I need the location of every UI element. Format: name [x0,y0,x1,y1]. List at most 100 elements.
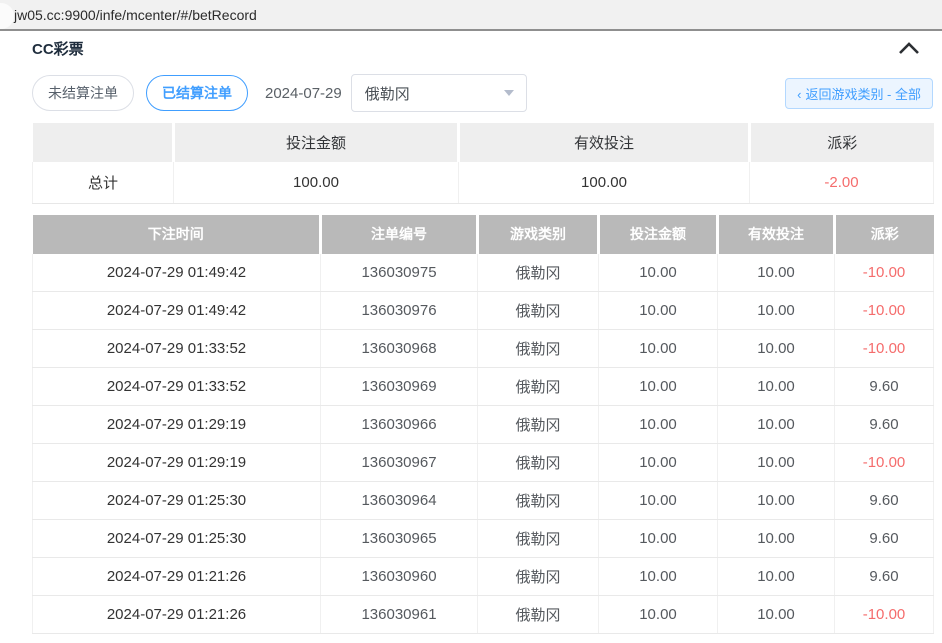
header-bet-amount: 投注金额 [599,215,718,254]
game-category-cell: 俄勒冈 [478,558,599,596]
bet-time-cell: 2024-07-29 01:49:42 [33,292,321,330]
payout-cell: -10.00 [835,292,934,330]
bet-time-cell: 2024-07-29 01:49:42 [33,254,321,292]
summary-header-payout: 派彩 [750,123,934,162]
bet-id-cell: 136030961 [321,596,478,634]
game-category-cell: 俄勒冈 [478,406,599,444]
game-category-cell: 俄勒冈 [478,520,599,558]
table-row: 2024-07-29 01:49:42 136030975 俄勒冈 10.00 … [33,254,934,292]
bet-amount-cell: 10.00 [599,596,718,634]
bet-time-cell: 2024-07-29 01:25:30 [33,520,321,558]
bet-time-cell: 2024-07-29 01:21:26 [33,558,321,596]
summary-header-row: 投注金额 有效投注 派彩 [33,123,934,162]
table-row: 2024-07-29 01:49:42 136030976 俄勒冈 10.00 … [33,292,934,330]
settled-tab-button[interactable]: 已结算注单 [146,75,248,111]
bet-id-cell: 136030966 [321,406,478,444]
unsettled-tab-button[interactable]: 未结算注单 [32,75,134,111]
valid-bet-cell: 10.00 [718,292,835,330]
table-row: 2024-07-29 01:33:52 136030969 俄勒冈 10.00 … [33,368,934,406]
valid-bet-cell: 10.00 [718,406,835,444]
payout-cell: 9.60 [835,482,934,520]
valid-bet-cell: 10.00 [718,444,835,482]
bet-table-header-row: 下注时间 注单编号 游戏类别 投注金额 有效投注 派彩 [33,215,934,254]
payout-cell: 9.60 [835,558,934,596]
payout-cell: -10.00 [835,254,934,292]
summary-payout: -2.00 [750,162,934,203]
game-select-value: 俄勒冈 [365,83,410,104]
bet-table-body: 2024-07-29 01:49:42 136030975 俄勒冈 10.00 … [33,254,934,634]
header-valid-bet: 有效投注 [718,215,835,254]
chevron-up-icon[interactable] [897,40,921,56]
valid-bet-cell: 10.00 [718,330,835,368]
game-category-cell: 俄勒冈 [478,444,599,482]
bet-id-cell: 136030964 [321,482,478,520]
game-category-cell: 俄勒冈 [478,254,599,292]
summary-bet-amount: 100.00 [174,162,459,203]
bet-id-cell: 136030968 [321,330,478,368]
game-category-cell: 俄勒冈 [478,368,599,406]
header-payout: 派彩 [835,215,934,254]
payout-cell: 9.60 [835,368,934,406]
bet-amount-cell: 10.00 [599,482,718,520]
bet-amount-cell: 10.00 [599,368,718,406]
back-to-categories-button[interactable]: ‹返回游戏类别 - 全部 [785,78,933,109]
bet-id-cell: 136030976 [321,292,478,330]
payout-cell: 9.60 [835,520,934,558]
summary-total-row: 总计 100.00 100.00 -2.00 [33,162,934,203]
summary-header-bet-amount: 投注金额 [174,123,459,162]
date-value[interactable]: 2024-07-29 [265,85,342,102]
payout-cell: -10.00 [835,330,934,368]
bet-id-cell: 136030960 [321,558,478,596]
summary-total-label: 总计 [33,162,174,203]
game-category-cell: 俄勒冈 [478,330,599,368]
table-row: 2024-07-29 01:21:26 136030960 俄勒冈 10.00 … [33,558,934,596]
game-category-cell: 俄勒冈 [478,596,599,634]
table-row: 2024-07-29 01:25:30 136030965 俄勒冈 10.00 … [33,520,934,558]
table-row: 2024-07-29 01:25:30 136030964 俄勒冈 10.00 … [33,482,934,520]
valid-bet-cell: 10.00 [718,482,835,520]
table-row: 2024-07-29 01:33:52 136030968 俄勒冈 10.00 … [33,330,934,368]
game-select[interactable]: 俄勒冈 [351,74,527,112]
summary-header-valid-bet: 有效投注 [459,123,750,162]
bet-time-cell: 2024-07-29 01:29:19 [33,444,321,482]
bet-time-cell: 2024-07-29 01:33:52 [33,368,321,406]
payout-cell: -10.00 [835,596,934,634]
valid-bet-cell: 10.00 [718,558,835,596]
header-bet-id: 注单编号 [321,215,478,254]
back-chevron-icon: ‹ [797,87,801,102]
bet-amount-cell: 10.00 [599,254,718,292]
table-row: 2024-07-29 01:29:19 136030966 俄勒冈 10.00 … [33,406,934,444]
bet-time-cell: 2024-07-29 01:33:52 [33,330,321,368]
game-category-cell: 俄勒冈 [478,482,599,520]
valid-bet-cell: 10.00 [718,520,835,558]
chevron-down-icon [504,90,514,96]
bet-amount-cell: 10.00 [599,520,718,558]
valid-bet-cell: 10.00 [718,368,835,406]
game-category-cell: 俄勒冈 [478,292,599,330]
bet-record-page: CC彩票 未结算注单 已结算注单 2024-07-29 俄勒冈 ‹返回游戏类别 … [32,31,933,634]
browser-url-bar[interactable]: jw05.cc:9900/infe/mcenter/#/betRecord [0,0,942,31]
header-game-category: 游戏类别 [478,215,599,254]
header-bet-time: 下注时间 [33,215,321,254]
bet-time-cell: 2024-07-29 01:21:26 [33,596,321,634]
page-header: CC彩票 [32,35,933,61]
address-pill-fragment [0,3,14,29]
bet-amount-cell: 10.00 [599,558,718,596]
summary-table: 投注金额 有效投注 派彩 总计 100.00 100.00 -2.00 [32,123,934,204]
bet-id-cell: 136030965 [321,520,478,558]
bet-amount-cell: 10.00 [599,292,718,330]
bet-amount-cell: 10.00 [599,444,718,482]
bet-time-cell: 2024-07-29 01:25:30 [33,482,321,520]
bet-id-cell: 136030975 [321,254,478,292]
bet-amount-cell: 10.00 [599,406,718,444]
bet-amount-cell: 10.00 [599,330,718,368]
table-row: 2024-07-29 01:29:19 136030967 俄勒冈 10.00 … [33,444,934,482]
summary-valid-bet: 100.00 [459,162,750,203]
valid-bet-cell: 10.00 [718,254,835,292]
filter-row: 未结算注单 已结算注单 2024-07-29 俄勒冈 ‹返回游戏类别 - 全部 [32,74,933,112]
url-text: jw05.cc:9900/infe/mcenter/#/betRecord [14,7,257,23]
summary-header-empty [33,123,174,162]
bet-id-cell: 136030969 [321,368,478,406]
page-title: CC彩票 [32,38,84,59]
payout-cell: -10.00 [835,444,934,482]
